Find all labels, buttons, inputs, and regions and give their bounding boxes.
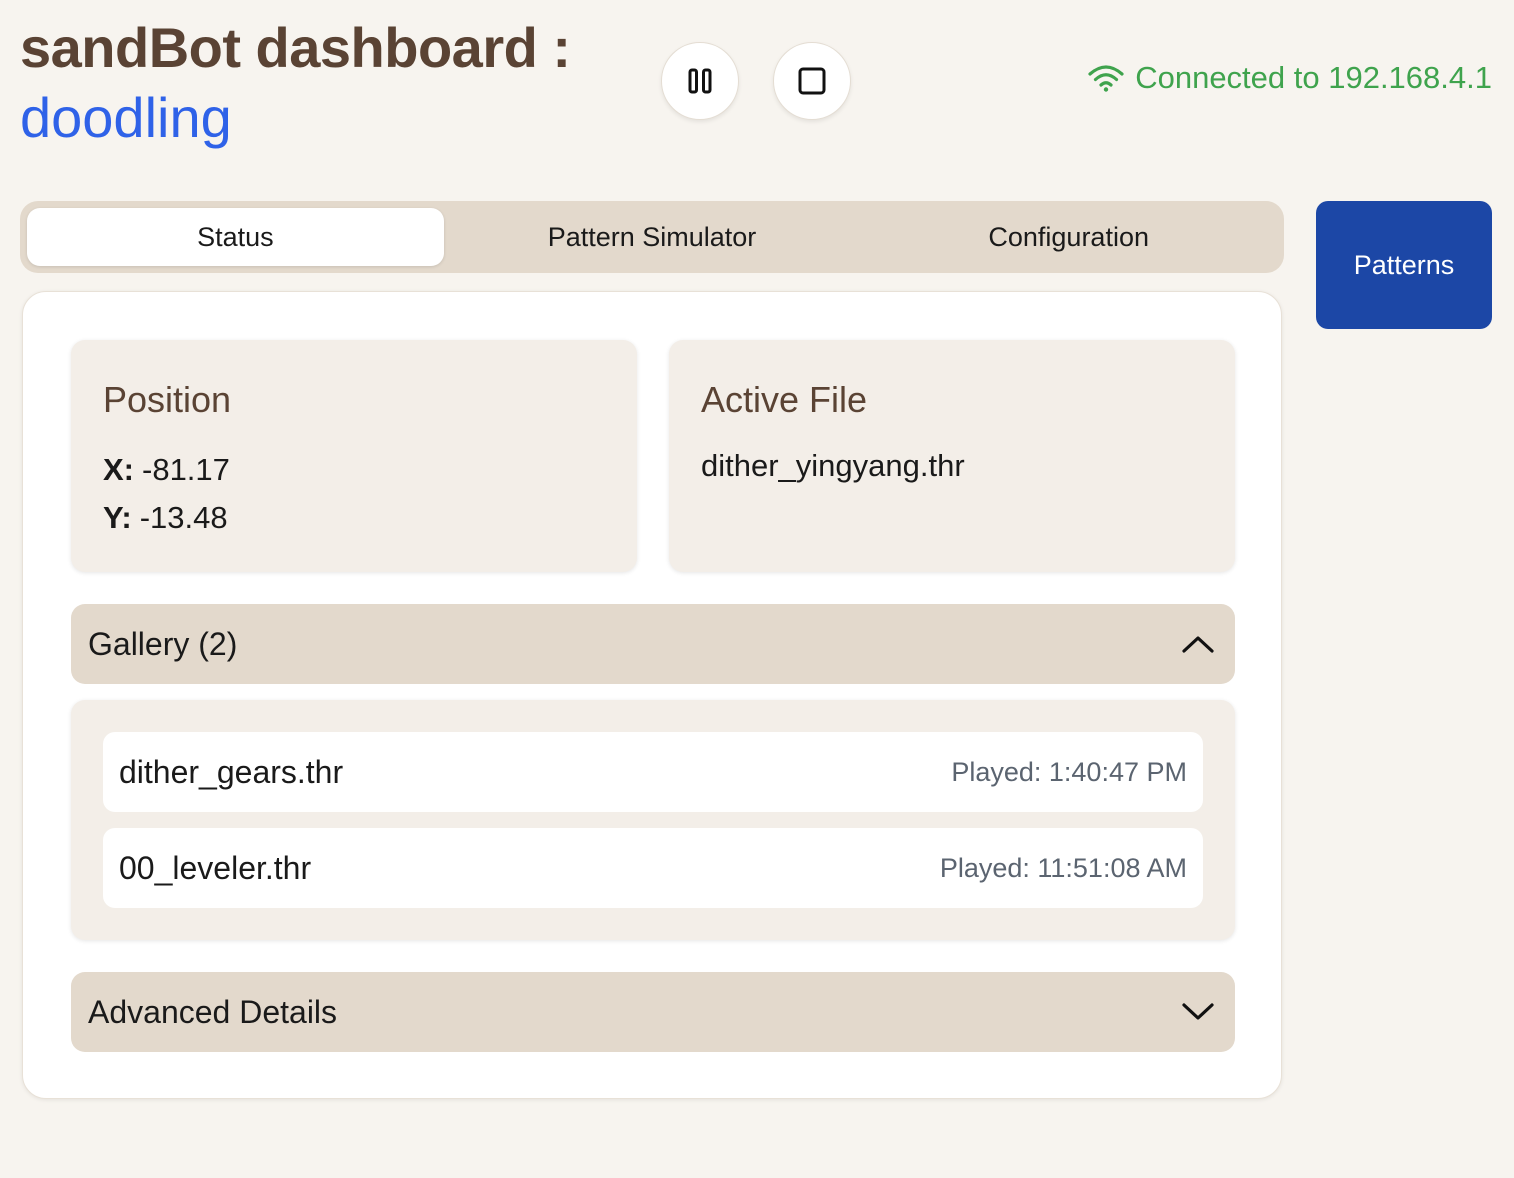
- y-value: -13.48: [139, 500, 228, 535]
- gallery-title: Gallery (2): [88, 625, 238, 662]
- active-file-name: dither_yingyang.thr: [701, 448, 965, 483]
- x-coordinate: X: -81.17: [103, 446, 605, 494]
- pause-button[interactable]: [661, 42, 739, 120]
- gallery-item-played: Played: 11:51:08 AM: [939, 852, 1187, 883]
- page-title: sandBot dashboard :: [20, 16, 571, 79]
- tab-configuration[interactable]: Configuration: [860, 208, 1277, 266]
- chevron-up-icon: [1182, 636, 1214, 653]
- position-title: Position: [103, 379, 232, 420]
- gallery-item-name: 00_leveler.thr: [119, 849, 312, 886]
- dashboard-page: sandBot dashboard : doodling Connected t…: [0, 0, 1514, 1178]
- x-label: X:: [103, 452, 134, 487]
- chevron-down-icon: [1182, 1003, 1214, 1020]
- gallery-header[interactable]: Gallery (2): [71, 604, 1235, 684]
- connection-text: Connected to 192.168.4.1: [1135, 60, 1492, 95]
- advanced-details-header[interactable]: Advanced Details: [71, 972, 1235, 1052]
- active-file-card: Active File dither_yingyang.thr: [669, 340, 1235, 572]
- connection-status: Connected to 192.168.4.1: [1087, 60, 1492, 96]
- advanced-details-title: Advanced Details: [88, 993, 338, 1030]
- gallery-item-name: dither_gears.thr: [119, 753, 344, 790]
- tab-bar: Status Pattern Simulator Configuration: [20, 201, 1284, 273]
- stop-icon: [798, 67, 826, 95]
- active-file-title: Active File: [701, 379, 868, 420]
- gallery-item-played: Played: 1:40:47 PM: [951, 756, 1187, 787]
- stop-button[interactable]: [773, 42, 851, 120]
- patterns-button[interactable]: Patterns: [1316, 201, 1492, 329]
- wifi-icon: [1088, 65, 1124, 92]
- pause-icon: [688, 68, 712, 94]
- status-panel: Position X: -81.17 Y: -13.48 Active File d…: [22, 291, 1282, 1099]
- position-card: Position X: -81.17 Y: -13.48: [71, 340, 637, 572]
- y-coordinate: Y: -13.48: [103, 494, 605, 542]
- page-subtitle: doodling: [20, 86, 232, 149]
- tab-status[interactable]: Status: [27, 208, 444, 266]
- gallery-item[interactable]: 00_leveler.thr Played: 11:51:08 AM: [103, 828, 1203, 908]
- x-value: -81.17: [142, 452, 230, 487]
- gallery-item[interactable]: dither_gears.thr Played: 1:40:47 PM: [103, 732, 1203, 812]
- tab-pattern-simulator[interactable]: Pattern Simulator: [444, 208, 861, 266]
- gallery-list: dither_gears.thr Played: 1:40:47 PM 00_l…: [71, 700, 1235, 940]
- header-title-block: sandBot dashboard : doodling: [20, 14, 571, 154]
- y-label: Y:: [103, 500, 132, 535]
